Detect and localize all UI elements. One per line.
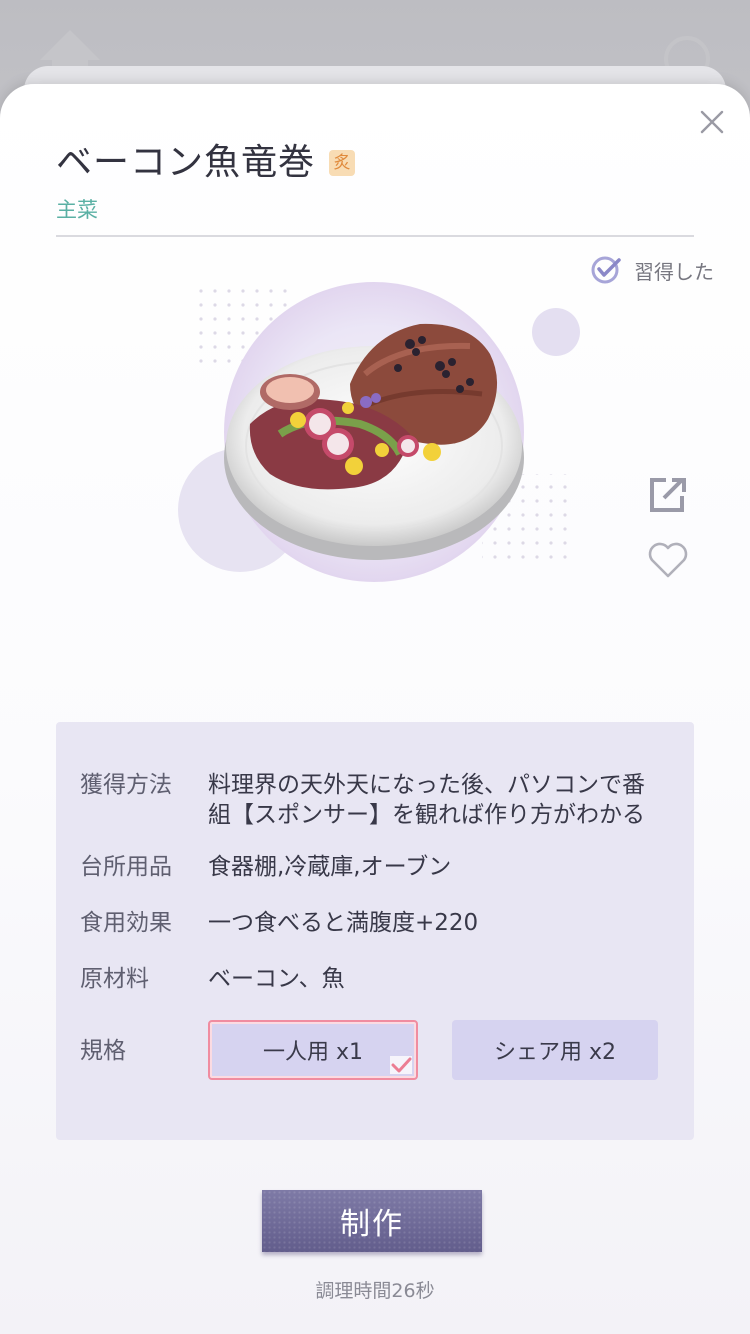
cooking-method-badge: 炙 [329, 150, 356, 176]
info-label: 原材料 [80, 966, 149, 992]
make-button[interactable]: 制作 [262, 1190, 482, 1252]
check-circle-icon [591, 256, 621, 284]
info-value: 一つ食べると満腹度+220 [208, 910, 479, 936]
info-label: 規格 [80, 1038, 126, 1064]
dish-category: 主菜 [56, 198, 98, 222]
learned-status: 習得した [590, 254, 714, 286]
share-button[interactable] [646, 472, 690, 516]
info-value: 食器棚,冷蔵庫,オーブン [208, 854, 452, 880]
close-button[interactable] [696, 106, 728, 138]
info-label: 食用効果 [80, 910, 172, 936]
learned-label: 習得した [634, 259, 714, 284]
info-row-kitchenware: 台所用品 食器棚,冷蔵庫,オーブン [80, 852, 670, 882]
info-row-acquire: 獲得方法 料理界の天外天になった後、パソコンで番 組【スポンサー】を観れば作り方… [80, 770, 670, 830]
favorite-button[interactable] [646, 538, 690, 582]
heart-icon [648, 542, 688, 578]
spec-option-label: 一人用 x1 [262, 1040, 363, 1065]
info-value-line: 料理界の天外天になった後、パソコンで番 [208, 772, 645, 798]
spec-option-label: シェア用 x2 [493, 1040, 616, 1065]
share-icon [650, 478, 686, 512]
cooking-time: 調理時間26秒 [315, 1280, 435, 1302]
info-value-line: 組【スポンサー】を観れば作り方がわかる [208, 802, 645, 828]
title-divider [56, 235, 694, 237]
close-icon [700, 110, 724, 134]
spec-option-single[interactable]: 一人用 x1 [208, 1020, 418, 1080]
spec-option-share[interactable]: シェア用 x2 [452, 1020, 658, 1080]
info-value: 料理界の天外天になった後、パソコンで番 組【スポンサー】を観れば作り方がわかる [208, 770, 645, 830]
recipe-info-card: 獲得方法 料理界の天外天になった後、パソコンで番 組【スポンサー】を観れば作り方… [56, 722, 694, 1140]
info-row-effect: 食用効果 一つ食べると満腹度+220 [80, 908, 670, 938]
dish-image [170, 274, 590, 614]
checkmark-icon [390, 1056, 412, 1074]
info-label: 台所用品 [80, 854, 172, 880]
recipe-detail-panel: ベーコン魚竜巻 炙 主菜 習得した 獲得方法 料理界の天外天になった後、パソコン… [0, 84, 750, 1334]
dish-title: ベーコン魚竜巻 [56, 142, 316, 183]
title-row: ベーコン魚竜巻 炙 [56, 140, 356, 186]
info-row-ingredients: 原材料 ベーコン、魚 [80, 964, 670, 994]
side-actions [646, 472, 690, 604]
info-label: 獲得方法 [80, 772, 172, 798]
info-value: ベーコン、魚 [208, 966, 345, 992]
